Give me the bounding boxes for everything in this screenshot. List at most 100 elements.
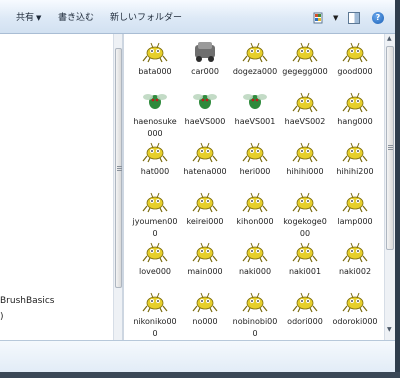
grip-line: [388, 145, 393, 146]
content-scroll-thumb[interactable]: [386, 46, 394, 250]
file-name: naki001: [288, 267, 322, 276]
file-item[interactable]: naki001: [281, 237, 329, 287]
file-item[interactable]: main000: [181, 237, 229, 287]
file-name: naki000: [238, 267, 272, 276]
nav-scrollbar[interactable]: [113, 34, 122, 340]
file-name: gegegg000: [282, 67, 328, 76]
creature-thumbnail: [291, 89, 319, 113]
creature-thumbnail: [341, 189, 369, 213]
share-button[interactable]: 共有 ▼: [16, 11, 41, 25]
details-pane: [0, 340, 395, 372]
creature-thumbnail: [291, 139, 319, 163]
file-item[interactable]: nobinobi000: [231, 287, 279, 338]
file-item[interactable]: hihihi200: [331, 137, 379, 187]
file-item[interactable]: nikoniko000: [131, 287, 179, 338]
creature-thumbnail: [291, 189, 319, 213]
file-item[interactable]: haeVS001: [231, 87, 279, 137]
fly-thumbnail: [141, 89, 169, 113]
file-item[interactable]: kihon000: [231, 187, 279, 237]
file-name: hihihi200: [336, 167, 374, 176]
creature-thumbnail: [191, 289, 219, 313]
file-item[interactable]: odori000: [281, 287, 329, 337]
command-toolbar: 共有 ▼ 書き込む 新しいフォルダー ▼ ?: [0, 0, 395, 34]
file-item[interactable]: car000: [181, 37, 229, 87]
file-item[interactable]: lamp000: [331, 187, 379, 237]
file-item[interactable]: keirei000: [181, 187, 229, 237]
file-name: kihon000: [236, 217, 274, 226]
file-name: haeVS002: [284, 117, 326, 126]
file-item[interactable]: haeVS002: [281, 87, 329, 137]
file-item[interactable]: odoroki000: [331, 287, 379, 337]
creature-thumbnail: [141, 289, 169, 313]
creature-thumbnail: [141, 139, 169, 163]
creature-thumbnail: [191, 189, 219, 213]
file-item[interactable]: dogeza000: [231, 37, 279, 87]
file-item[interactable]: love000: [131, 237, 179, 287]
nav-item-brushbasics[interactable]: BrushBasics: [0, 296, 55, 306]
nav-item-drive[interactable]: ): [0, 312, 4, 322]
file-item[interactable]: hat000: [131, 137, 179, 187]
file-item[interactable]: naki002: [331, 237, 379, 287]
file-name: odori000: [287, 317, 323, 326]
view-dropdown-icon[interactable]: ▼: [333, 14, 338, 22]
file-name: nobinobi000: [232, 317, 278, 338]
file-item[interactable]: naki000: [231, 237, 279, 287]
file-item[interactable]: haeVS000: [181, 87, 229, 137]
file-name: hat000: [140, 167, 170, 176]
creature-thumbnail: [141, 39, 169, 63]
file-name: haeVS001: [234, 117, 276, 126]
file-name: nikoniko000: [133, 317, 177, 338]
new-folder-button[interactable]: 新しいフォルダー: [110, 11, 182, 25]
file-name: heri000: [239, 167, 271, 176]
file-list-view: bata000 car000 dogeza000 gegegg000 good000 ha…: [124, 34, 384, 340]
creature-thumbnail: [341, 39, 369, 63]
scroll-up-icon[interactable]: ▲: [387, 35, 392, 42]
file-name: hihihi000: [286, 167, 324, 176]
creature-thumbnail: [191, 139, 219, 163]
creature-thumbnail: [341, 89, 369, 113]
file-item[interactable]: hang000: [331, 87, 379, 137]
file-name: haeVS000: [184, 117, 226, 126]
file-item[interactable]: gegegg000: [281, 37, 329, 87]
grip-line: [388, 147, 393, 148]
file-item[interactable]: heri000: [231, 137, 279, 187]
chevron-down-icon: ▼: [36, 14, 42, 22]
file-name: dogeza000: [232, 67, 278, 76]
file-name: lamp000: [337, 217, 373, 226]
burn-button[interactable]: 書き込む: [58, 11, 94, 25]
creature-thumbnail: [141, 239, 169, 263]
file-name: main000: [187, 267, 223, 276]
file-name: good000: [337, 67, 373, 76]
scroll-down-icon[interactable]: ▼: [387, 326, 392, 333]
creature-thumbnail: [341, 289, 369, 313]
creature-thumbnail: [241, 139, 269, 163]
creature-thumbnail: [241, 289, 269, 313]
file-item[interactable]: good000: [331, 37, 379, 87]
creature-thumbnail: [141, 189, 169, 213]
thumbnail-grid: bata000 car000 dogeza000 gegegg000 good000 ha…: [131, 37, 381, 338]
file-item[interactable]: bata000: [131, 37, 179, 87]
file-item[interactable]: no000: [181, 287, 229, 337]
creature-thumbnail: [191, 239, 219, 263]
file-name: love000: [138, 267, 172, 276]
file-item[interactable]: hatena000: [181, 137, 229, 187]
file-item[interactable]: hihihi000: [281, 137, 329, 187]
file-item[interactable]: kogekoge000: [281, 187, 329, 238]
creature-thumbnail: [291, 239, 319, 263]
creature-thumbnail: [291, 289, 319, 313]
nav-scroll-thumb[interactable]: [115, 48, 122, 288]
window-frame-right: [395, 0, 400, 378]
grip-line: [388, 149, 393, 150]
file-name: naki002: [338, 267, 372, 276]
file-name: hang000: [337, 117, 373, 126]
file-name: car000: [191, 67, 219, 76]
share-label: 共有: [16, 13, 35, 23]
preview-pane-icon[interactable]: [348, 12, 360, 24]
content-scrollbar[interactable]: ▲ ▼: [384, 34, 395, 340]
view-options-icon[interactable]: [313, 12, 333, 24]
file-name: hatena000: [183, 167, 227, 176]
fly-thumbnail: [191, 89, 219, 113]
help-icon[interactable]: ?: [372, 12, 384, 24]
file-item[interactable]: haenosuke000: [131, 87, 179, 138]
file-item[interactable]: jyoumen000: [131, 187, 179, 238]
